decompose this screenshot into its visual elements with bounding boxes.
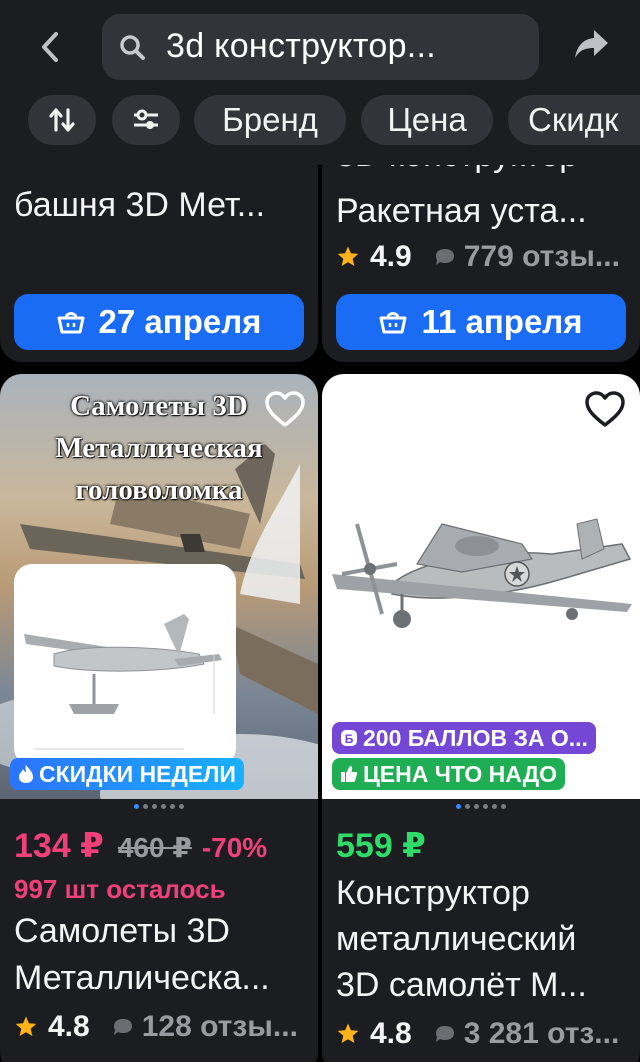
product-title-line: металлический — [336, 920, 577, 958]
image-pager-dots — [322, 804, 640, 809]
image-caption-line: Металлическая — [55, 432, 263, 464]
brand-chip[interactable]: Бренд — [194, 95, 346, 145]
filter-chips: Бренд Цена Скидк — [0, 92, 640, 148]
price-row: 134 ₽ 460 ₽ -70% — [14, 826, 267, 866]
product-title-line: Металлическа... — [14, 959, 270, 997]
points-badge-text: 200 БАЛЛОВ ЗА О... — [363, 724, 588, 751]
comment-icon — [113, 1019, 132, 1035]
sort-chip[interactable] — [28, 95, 96, 145]
sort-arrows-icon — [49, 108, 75, 132]
product-image[interactable]: Б 200 БАЛЛОВ ЗА О... ЦЕНА ЧТО НАДО — [322, 374, 640, 799]
price-badge-text: ЦЕНА ЧТО НАДО — [363, 760, 558, 787]
flame-icon — [19, 765, 33, 783]
rating-value: 4.9 — [370, 240, 412, 273]
rating-value: 4.8 — [48, 1010, 90, 1043]
share-button[interactable] — [572, 24, 616, 68]
sliders-icon — [134, 109, 158, 129]
price-chip[interactable]: Цена — [361, 95, 493, 145]
product-title-line: 3D самолёт М... — [336, 966, 587, 1004]
rating-row: 4.8 3 281 отз... — [336, 1017, 619, 1051]
comment-icon — [435, 1026, 454, 1042]
product-title-line: Конструктор — [336, 874, 530, 912]
metal-fighter-model-icon — [332, 518, 632, 628]
product-title: башня 3D Мет... — [14, 186, 266, 224]
favorite-heart-icon[interactable] — [264, 390, 306, 428]
basket-icon — [379, 312, 407, 334]
comment-icon — [435, 249, 454, 265]
share-arrow-icon — [575, 30, 608, 58]
image-pager-dots — [0, 804, 318, 809]
favorite-heart-icon[interactable] — [584, 390, 626, 428]
search-icon — [120, 35, 145, 60]
sale-badge-text: СКИДКИ НЕДЕЛИ — [39, 760, 236, 787]
metal-plane-model-icon — [24, 614, 222, 750]
reviews-count: 3 281 отз... — [463, 1017, 620, 1050]
discount-chip[interactable]: Скидк — [508, 95, 640, 145]
rating-row: 4.8 128 отзы... — [14, 1010, 298, 1044]
delivery-date: 11 апреля — [421, 303, 583, 340]
sale-badge: СКИДКИ НЕДЕЛИ — [10, 758, 244, 790]
filters-chip[interactable] — [112, 95, 180, 145]
delivery-date: 27 апреля — [98, 303, 262, 340]
product-card[interactable]: Б 200 БАЛЛОВ ЗА О... ЦЕНА ЧТО НАДО 559 ₽… — [322, 374, 640, 1062]
search-query[interactable]: 3d конструктор... — [166, 27, 436, 66]
points-coin-icon: Б — [341, 730, 357, 746]
old-price: 460 ₽ — [117, 832, 192, 863]
image-caption-line: головоломка — [75, 474, 243, 506]
product-image[interactable]: Самолеты 3D Металлическая головоломка СК… — [0, 374, 318, 799]
star-icon — [15, 1016, 37, 1036]
current-price: 559 ₽ — [336, 827, 426, 865]
product-title: Ракетная уста... — [336, 192, 587, 230]
basket-icon — [57, 312, 85, 334]
reviews-count: 128 отзы... — [141, 1010, 298, 1043]
delivery-date-button[interactable]: 27 апреля — [14, 294, 304, 350]
price-badge: ЦЕНА ЧТО НАДО — [332, 758, 566, 790]
points-badge: Б 200 БАЛЛОВ ЗА О... — [332, 722, 596, 754]
current-price: 134 ₽ — [14, 827, 104, 865]
rating-value: 4.8 — [370, 1017, 412, 1050]
back-button[interactable] — [28, 22, 72, 72]
reviews-count: 779 отзы... — [463, 240, 620, 273]
discount-percent: -70% — [201, 832, 268, 863]
thumbs-up-icon — [341, 766, 358, 782]
product-card[interactable]: Самолеты 3D Металлическая головоломка СК… — [0, 374, 318, 1062]
star-icon — [337, 246, 359, 266]
stock-left: 997 шт осталось — [14, 874, 226, 904]
product-title-line: Самолеты 3D — [14, 912, 230, 950]
rating-row: 4.9 779 отзы... — [336, 240, 620, 274]
model-inset-image — [14, 564, 236, 766]
svg-text:Б: Б — [345, 732, 354, 746]
delivery-date-button[interactable]: 11 апреля — [336, 294, 626, 350]
search-field[interactable]: 3d конструктор... — [102, 14, 539, 80]
top-bar: 3d конструктор... Бренд Цена Скидк — [0, 0, 640, 165]
price-row: 559 ₽ — [336, 826, 426, 866]
star-icon — [337, 1023, 359, 1043]
chevron-left-icon — [42, 32, 58, 62]
